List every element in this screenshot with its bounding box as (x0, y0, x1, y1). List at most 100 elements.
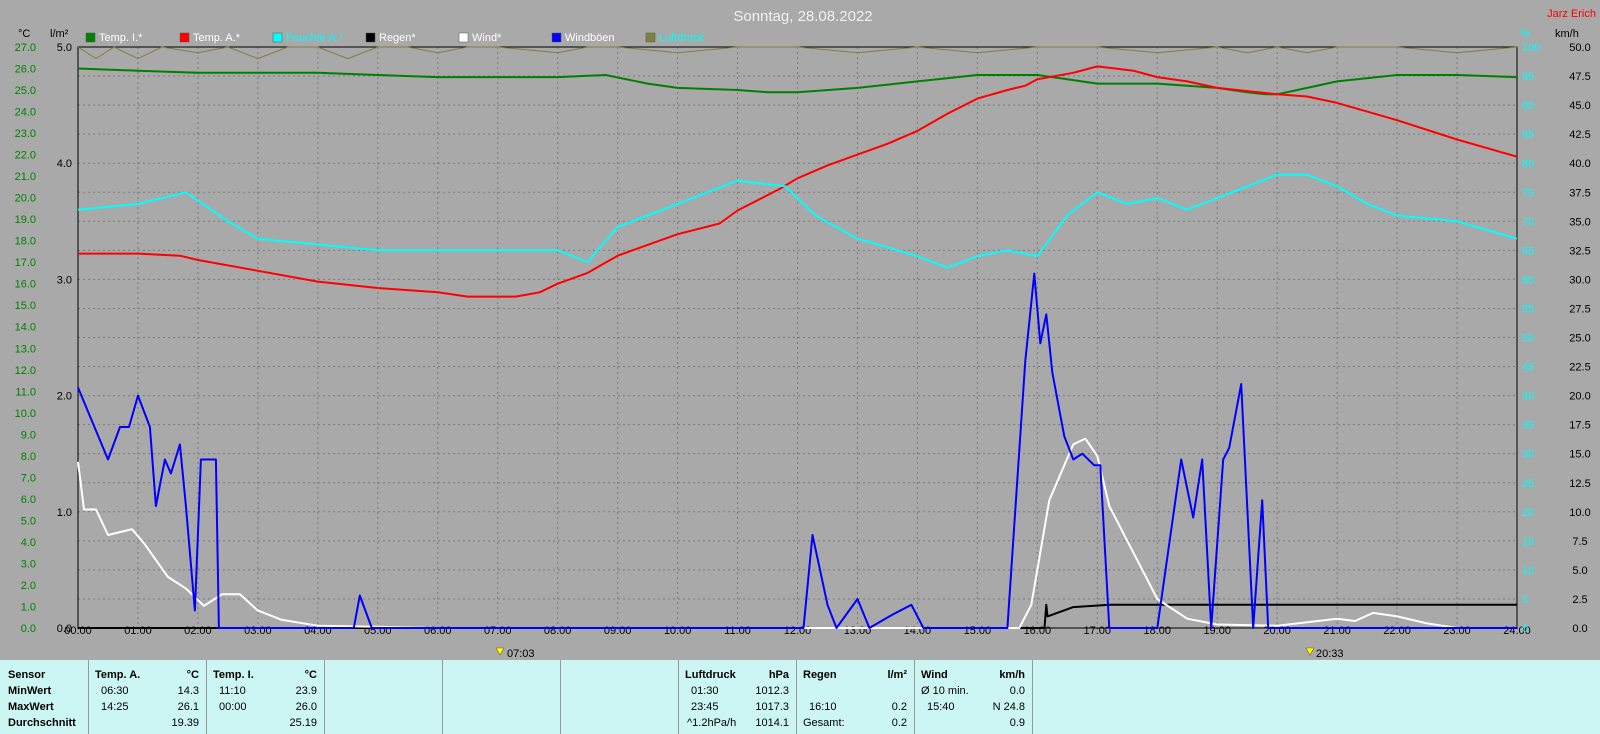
legend-label: Wind* (472, 32, 502, 44)
temp-a-avg-val: 19.39 (171, 717, 199, 729)
label-max: MaxWert (8, 701, 54, 713)
legend-label: Feuchte A.* (286, 32, 344, 44)
legend-label: Temp. A.* (193, 32, 241, 44)
wind-tick-label: 32.5 (1569, 245, 1590, 257)
wind-tick-label: 25.0 (1569, 333, 1590, 345)
temp-a-min-val: 14.3 (177, 685, 199, 697)
humidity-tick-label: 75 (1522, 187, 1534, 199)
sunrise-label: 07:03 (507, 648, 535, 660)
x-tick-label: 22:00 (1383, 625, 1411, 637)
x-tick-label: 19:00 (1203, 625, 1231, 637)
temp-tick-label: 25.0 (15, 85, 36, 97)
wind-avg-val: 0.9 (1009, 717, 1025, 729)
humidity-tick-label: 0 (1522, 623, 1528, 635)
temp-tick-label: 16.0 (15, 279, 36, 291)
wind-unit: km/h (999, 669, 1025, 681)
temp-a-max-val: 26.1 (177, 701, 199, 713)
rain-tick-label: 4.0 (57, 158, 72, 170)
rain-total-val: 0.2 (891, 717, 907, 729)
x-tick-label: 06:00 (424, 625, 452, 637)
temp-i-max-val: 26.0 (295, 701, 317, 713)
temp-tick-label: 18.0 (15, 236, 36, 248)
wind-tick-label: 7.5 (1572, 536, 1587, 548)
wind-tick-label: 2.5 (1572, 594, 1587, 606)
author-label: Jarz Erich (1547, 8, 1596, 20)
wind-tick-label: 10.0 (1569, 507, 1590, 519)
humidity-tick-label: 35 (1522, 420, 1534, 432)
wind-avg10-val: 0.0 (1009, 685, 1025, 697)
legend-swatch (272, 32, 283, 43)
temp-tick-label: 23.0 (15, 128, 36, 140)
humidity-tick-label: 10 (1522, 565, 1534, 577)
rain-tick-label: 2.0 (57, 391, 72, 403)
rain-header: Regen (803, 669, 837, 681)
temp-i-header: Temp. I. (213, 669, 254, 681)
temp-tick-label: 13.0 (15, 343, 36, 355)
humidity-tick-label: 5 (1522, 594, 1528, 606)
temp-tick-label: 19.0 (15, 214, 36, 226)
temp-tick-label: 14.0 (15, 322, 36, 334)
temp-tick-label: 27.0 (15, 42, 36, 54)
chart-title: Sonntag, 28.08.2022 (733, 8, 872, 25)
stats-temp-outdoor: Temp. A. °C 06:30 14.3 14:25 26.1 19.39 (88, 660, 207, 734)
pressure-min-time: 01:30 (691, 685, 719, 697)
temp-i-max-time: 00:00 (219, 701, 247, 713)
rain-unit-label: l/m² (50, 28, 69, 40)
temp-tick-label: 21.0 (15, 171, 36, 183)
sunset-label: 20:33 (1316, 648, 1344, 660)
stats-empty-3 (560, 660, 679, 734)
wind-max-val: N 24.8 (992, 701, 1025, 713)
wind-tick-label: 12.5 (1569, 478, 1590, 490)
temp-a-min-time: 06:30 (101, 685, 129, 697)
pressure-avg-val: 1014.1 (755, 717, 789, 729)
humidity-tick-label: 90 (1522, 100, 1534, 112)
label-sensor: Sensor (8, 669, 46, 681)
temp-tick-label: 22.0 (15, 150, 36, 162)
rain-tick-label: 0.0 (57, 623, 72, 635)
wind-unit-label: km/h (1555, 28, 1579, 40)
x-tick-label: 13:00 (844, 625, 872, 637)
rain-unit: l/m² (887, 669, 907, 681)
pressure-unit: hPa (768, 669, 789, 681)
humidity-tick-label: 60 (1522, 274, 1534, 286)
wind-avg10-label: Ø 10 min. (921, 685, 969, 697)
legend-label: Regen* (379, 32, 416, 44)
humidity-tick-label: 65 (1522, 245, 1534, 257)
wind-header: Wind (921, 669, 948, 681)
humidity-tick-label: 30 (1522, 449, 1534, 461)
wind-max-time: 15:40 (927, 701, 955, 713)
temp-tick-label: 2.0 (21, 580, 36, 592)
stats-row-labels: Sensor MinWert MaxWert Durchschnitt (0, 660, 88, 734)
statistics-panel: Sensor MinWert MaxWert Durchschnitt Temp… (0, 660, 1600, 734)
stats-empty-1 (324, 660, 443, 734)
wind-tick-label: 35.0 (1569, 216, 1590, 228)
wind-tick-label: 45.0 (1569, 100, 1590, 112)
temp-i-unit: °C (304, 669, 317, 681)
rain-tick-label: 3.0 (57, 274, 72, 286)
wind-tick-label: 40.0 (1569, 158, 1590, 170)
x-tick-label: 09:00 (604, 625, 632, 637)
temp-i-min-val: 23.9 (295, 685, 317, 697)
humidity-tick-label: 100 (1522, 42, 1540, 54)
temp-unit-label: °C (18, 28, 30, 40)
temp-tick-label: 1.0 (21, 601, 36, 613)
rain-max-time: 16:10 (809, 701, 837, 713)
wind-tick-label: 30.0 (1569, 274, 1590, 286)
temp-tick-label: 17.0 (15, 257, 36, 269)
x-tick-label: 11:00 (724, 625, 751, 637)
x-tick-label: 12:00 (784, 625, 812, 637)
humidity-tick-label: 20 (1522, 507, 1534, 519)
legend-label: Temp. I.* (99, 32, 143, 44)
x-tick-label: 10:00 (664, 625, 692, 637)
sun-markers: 07:03 20:33 (495, 647, 1344, 660)
temp-tick-label: 3.0 (21, 558, 36, 570)
wind-tick-label: 0.0 (1572, 623, 1587, 635)
stats-rain: Regen l/m² 16:10 0.2 Gesamt: 0.2 (796, 660, 915, 734)
temp-tick-label: 4.0 (21, 537, 36, 549)
weather-chart: 00:00 01:00 02:00 03:00 04:00 05:00 06:00 07:00… (15, 8, 1596, 660)
x-tick-label: 08:00 (544, 625, 572, 637)
label-min: MinWert (8, 685, 52, 697)
x-tick-label: 03:00 (244, 625, 272, 637)
humidity-tick-label: 40 (1522, 391, 1534, 403)
rain-tick-label: 5.0 (57, 42, 72, 54)
